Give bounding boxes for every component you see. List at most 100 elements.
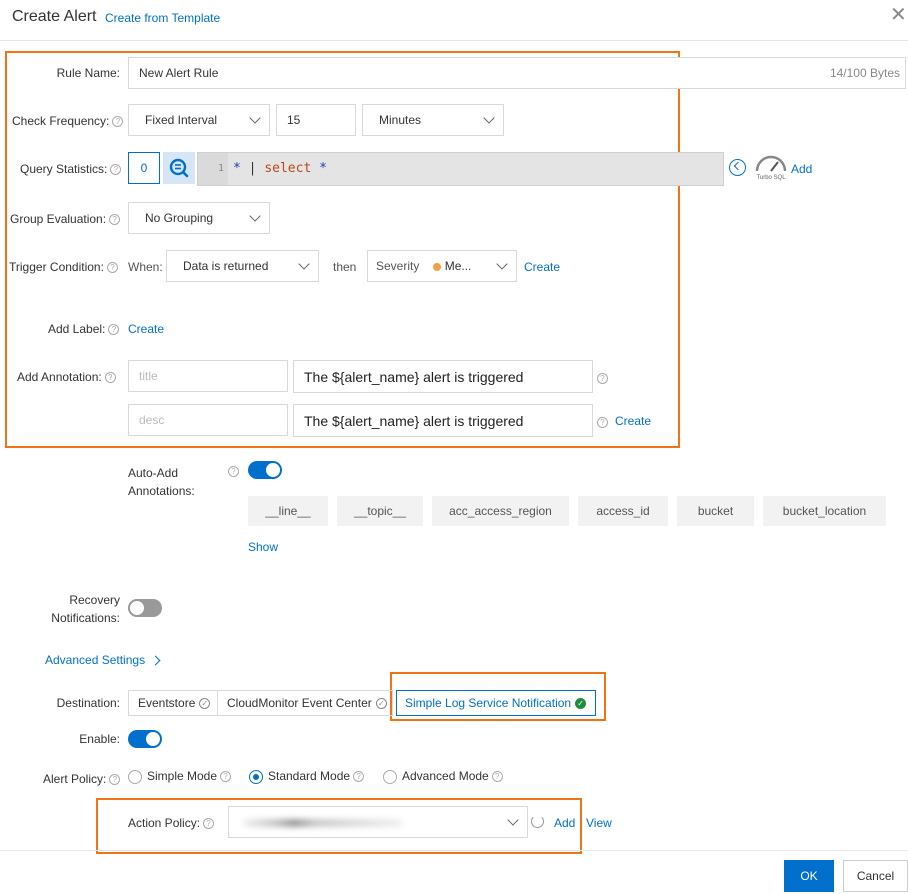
- chevron-left-icon: [733, 161, 743, 171]
- check-frequency-label-text: Check Frequency:: [12, 114, 110, 128]
- help-icon[interactable]: ?: [353, 771, 365, 783]
- action-policy-add-link[interactable]: Add: [554, 816, 575, 830]
- frequency-mode-select[interactable]: Fixed Interval: [128, 104, 270, 136]
- alert-policy-label-text: Alert Policy:: [43, 772, 107, 786]
- destination-label: Destination:: [56, 696, 120, 710]
- help-icon[interactable]: ?: [109, 214, 121, 226]
- rule-name-input[interactable]: New Alert Rule: [128, 57, 906, 89]
- auto-add-toggle[interactable]: [248, 461, 282, 479]
- annotation-key-input[interactable]: title: [128, 360, 288, 392]
- enable-toggle[interactable]: [128, 730, 162, 748]
- auto-add-label-line1: Auto-Add: [128, 466, 179, 480]
- trigger-when-select[interactable]: Data is returned: [166, 250, 319, 282]
- turbo-sql-caption: Turbo SQL: [756, 175, 786, 181]
- annotation-key-placeholder: desc: [139, 413, 165, 427]
- help-icon[interactable]: ?: [491, 771, 503, 783]
- recovery-label-line1: Recovery: [69, 593, 120, 607]
- alert-policy-advanced[interactable]: Advanced Mode?: [383, 769, 503, 784]
- radio-button[interactable]: [383, 769, 397, 784]
- destination-option-sls-notification[interactable]: Simple Log Service Notification ✓: [396, 690, 596, 716]
- group-evaluation-select[interactable]: No Grouping: [128, 202, 270, 234]
- auto-add-tag: __topic__: [337, 496, 423, 526]
- enable-label: Enable:: [79, 732, 120, 746]
- group-evaluation-label: Group Evaluation:?: [10, 212, 121, 226]
- radio-button[interactable]: [128, 769, 142, 784]
- help-icon[interactable]: ?: [597, 417, 608, 429]
- create-from-template-link[interactable]: Create from Template: [105, 11, 220, 25]
- action-policy-view-link[interactable]: View: [586, 816, 612, 830]
- severity-label: Severity: [376, 259, 420, 273]
- alert-policy-simple[interactable]: Simple Mode?: [128, 769, 232, 784]
- cancel-button[interactable]: Cancel: [843, 860, 908, 892]
- close-icon[interactable]: ✕: [890, 5, 907, 25]
- add-label-label: Add Label:?: [48, 322, 120, 336]
- trigger-when-value: Data is returned: [183, 259, 269, 273]
- recovery-notifications-toggle[interactable]: [128, 599, 162, 617]
- clock-history-icon[interactable]: [729, 159, 746, 176]
- trigger-condition-label-text: Trigger Condition:: [9, 260, 104, 274]
- rule-name-label: Rule Name:: [56, 66, 120, 80]
- help-icon[interactable]: ?: [110, 164, 122, 176]
- help-icon[interactable]: ?: [106, 262, 118, 274]
- auto-add-label-line2: Annotations:: [128, 484, 195, 498]
- help-icon[interactable]: ?: [109, 774, 121, 786]
- help-icon[interactable]: ?: [112, 116, 124, 128]
- help-icon[interactable]: ?: [108, 324, 120, 336]
- search-query-icon: [169, 158, 189, 178]
- frequency-mode-value: Fixed Interval: [145, 113, 218, 127]
- annotation-value: The ${alert_name} alert is triggered: [304, 413, 524, 429]
- advanced-settings-link[interactable]: Advanced Settings: [45, 653, 161, 667]
- show-tags-link[interactable]: Show: [248, 540, 278, 554]
- query-token-pipe: |: [248, 161, 257, 176]
- annotation-create-link[interactable]: Create: [615, 414, 651, 428]
- destination-option-eventstore[interactable]: Eventstore ✓: [128, 690, 218, 716]
- query-search-button[interactable]: [163, 152, 195, 184]
- chevron-down-icon: [483, 112, 495, 124]
- auto-add-tag: acc_access_region: [432, 496, 569, 526]
- add-annotation-label-text: Add Annotation:: [17, 370, 102, 384]
- ok-button[interactable]: OK: [784, 860, 834, 892]
- add-label-create-link[interactable]: Create: [128, 322, 164, 336]
- chevron-down-icon: [249, 112, 261, 124]
- annotation-value-input[interactable]: The ${alert_name} alert is triggered: [293, 360, 593, 393]
- chevron-right-icon: [150, 655, 161, 666]
- turbo-sql-icon[interactable]: Turbo SQL: [754, 155, 788, 181]
- annotation-help: ?: [597, 371, 608, 385]
- help-icon[interactable]: ?: [203, 818, 215, 830]
- group-evaluation-value: No Grouping: [145, 211, 214, 225]
- dialog-title: Create Alert: [12, 8, 97, 25]
- annotation-key-placeholder: title: [139, 369, 158, 383]
- add-query-link[interactable]: Add: [791, 162, 812, 176]
- severity-select[interactable]: Severity Me...: [367, 250, 517, 282]
- chevron-down-icon: [496, 258, 508, 270]
- annotation-key-input[interactable]: desc: [128, 404, 288, 436]
- alert-policy-standard[interactable]: Standard Mode?: [249, 769, 365, 784]
- auto-add-tag: bucket: [677, 496, 754, 526]
- help-icon[interactable]: ?: [104, 372, 116, 384]
- refresh-icon[interactable]: [531, 815, 544, 828]
- radio-button-selected[interactable]: [249, 769, 263, 784]
- help-icon[interactable]: ?: [228, 466, 239, 478]
- query-editor[interactable]: 1 * | select *: [197, 152, 724, 186]
- help-icon[interactable]: ?: [597, 373, 608, 385]
- advanced-settings-text: Advanced Settings: [45, 653, 146, 667]
- rule-name-counter: 14/100 Bytes: [829, 66, 900, 80]
- destination-option-cloudmonitor[interactable]: CloudMonitor Event Center ✓: [217, 690, 393, 716]
- radio-label: Advanced Mode: [402, 769, 489, 783]
- then-label: then: [333, 260, 357, 274]
- frequency-value: 15: [287, 113, 301, 127]
- query-statistics-label: Query Statistics:?: [20, 162, 122, 176]
- severity-value: Me...: [444, 259, 472, 273]
- annotation-value-input[interactable]: The ${alert_name} alert is triggered: [293, 404, 593, 437]
- trigger-create-link[interactable]: Create: [524, 260, 560, 274]
- help-icon[interactable]: ?: [220, 771, 232, 783]
- frequency-value-input[interactable]: 15: [276, 104, 356, 136]
- query-count-badge[interactable]: 0: [128, 152, 160, 184]
- action-policy-select[interactable]: [228, 806, 528, 838]
- query-token-select: select: [264, 161, 312, 176]
- frequency-unit-select[interactable]: Minutes: [362, 104, 504, 136]
- rule-name-value: New Alert Rule: [139, 66, 219, 80]
- chevron-down-icon: [507, 814, 519, 826]
- chevron-down-icon: [298, 258, 310, 270]
- radio-label: Standard Mode: [268, 769, 351, 783]
